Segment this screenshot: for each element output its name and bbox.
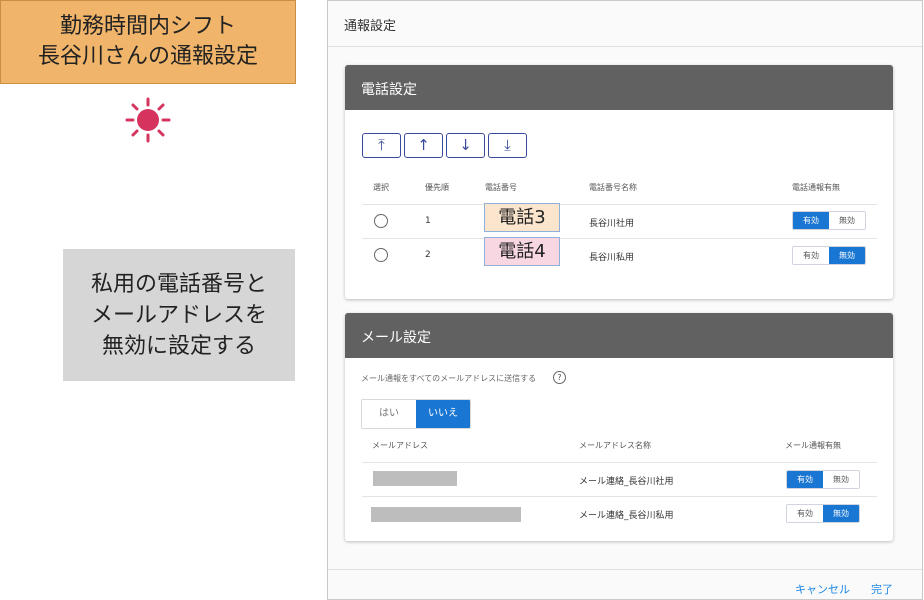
done-button[interactable]: 完了 [871, 581, 893, 597]
mail-toggle-row1: 有効 無効 [786, 470, 860, 489]
footer-divider [328, 569, 922, 570]
phone-settings-card: 電話設定 ⤒ ↑ ↓ ⤓ 選択 優先順 電話番号 電話番号名称 電話通報有無 1… [345, 65, 893, 299]
move-up-button[interactable]: ↑ [404, 133, 443, 158]
enable-button-row1[interactable]: 有効 [793, 212, 829, 229]
redacted-mail-address-row2 [371, 507, 521, 522]
col-select: 選択 [373, 183, 389, 192]
annotation-title-line1: 勤務時間内シフト [59, 14, 236, 39]
mail-settings-header: メール設定 [345, 313, 893, 358]
select-radio-row1[interactable] [374, 214, 388, 228]
col-mail-enabled: メール通報有無 [785, 441, 841, 450]
col-phone-name: 電話番号名称 [589, 183, 637, 192]
col-phone-enabled: 電話通報有無 [792, 183, 840, 192]
phone-number-row1: 電話3 [484, 203, 560, 232]
phone-toggle-row2: 有効 無効 [792, 246, 866, 265]
dialog-title: 通報設定 [328, 1, 922, 47]
phone-toggle-row1: 有効 無効 [792, 211, 866, 230]
annotation-note: 私用の電話番号と メールアドレスを 無効に設定する [63, 249, 295, 381]
priority-row2: 2 [425, 250, 431, 260]
move-bottom-button[interactable]: ⤓ [488, 133, 527, 158]
phone-number-row2: 電話4 [484, 237, 560, 266]
phone-name-row2: 長谷川私用 [589, 253, 635, 263]
move-top-button[interactable]: ⤒ [362, 133, 401, 158]
col-mail-name: メールアドレス名称 [579, 441, 651, 450]
mail-settings-card: メール設定 メール通報をすべてのメールアドレスに送信する ? はい いいえ メー… [345, 313, 893, 541]
send-all-question: メール通報をすべてのメールアドレスに送信する [361, 374, 537, 383]
redacted-mail-address-row1 [373, 471, 457, 486]
annotation-title: 勤務時間内シフト 長谷川さんの通報設定 [0, 0, 296, 84]
phone-settings-header: 電話設定 [345, 65, 893, 110]
mail-disable-button-row1[interactable]: 無効 [823, 471, 859, 488]
disable-button-row2[interactable]: 無効 [829, 247, 865, 264]
divider [362, 238, 877, 239]
sun-icon [125, 97, 171, 143]
mail-disable-button-row2[interactable]: 無効 [823, 505, 859, 522]
mail-name-row2: メール連絡_長谷川私用 [579, 511, 674, 521]
col-priority: 優先順 [425, 183, 449, 192]
cancel-button[interactable]: キャンセル [795, 581, 850, 597]
divider [362, 204, 877, 205]
select-radio-row2[interactable] [374, 248, 388, 262]
annotation-note-line3: 無効に設定する [101, 333, 256, 359]
help-icon[interactable]: ? [553, 371, 566, 384]
col-phone-number: 電話番号 [485, 183, 517, 192]
priority-row1: 1 [425, 216, 431, 226]
mail-name-row1: メール連絡_長谷川社用 [579, 477, 674, 487]
move-down-button[interactable]: ↓ [446, 133, 485, 158]
divider [362, 462, 877, 463]
col-mail-address: メールアドレス [372, 441, 428, 450]
disable-button-row1[interactable]: 無効 [829, 212, 865, 229]
send-all-toggle: はい いいえ [361, 399, 471, 429]
annotation-note-line2: メールアドレスを [90, 302, 267, 328]
notification-settings-dialog: 通報設定 電話設定 ⤒ ↑ ↓ ⤓ 選択 優先順 電話番号 電話番号名称 電話通… [327, 0, 923, 600]
annotation-title-line2: 長谷川さんの通報設定 [37, 44, 258, 69]
phone-name-row1: 長谷川社用 [589, 219, 635, 229]
annotation-note-line1: 私用の電話番号と [90, 271, 267, 297]
mail-toggle-row2: 有効 無効 [786, 504, 860, 523]
no-button[interactable]: いいえ [416, 400, 470, 428]
enable-button-row2[interactable]: 有効 [793, 247, 829, 264]
mail-enable-button-row1[interactable]: 有効 [787, 471, 823, 488]
yes-button[interactable]: はい [362, 400, 416, 428]
divider [362, 496, 877, 497]
mail-enable-button-row2[interactable]: 有効 [787, 505, 823, 522]
